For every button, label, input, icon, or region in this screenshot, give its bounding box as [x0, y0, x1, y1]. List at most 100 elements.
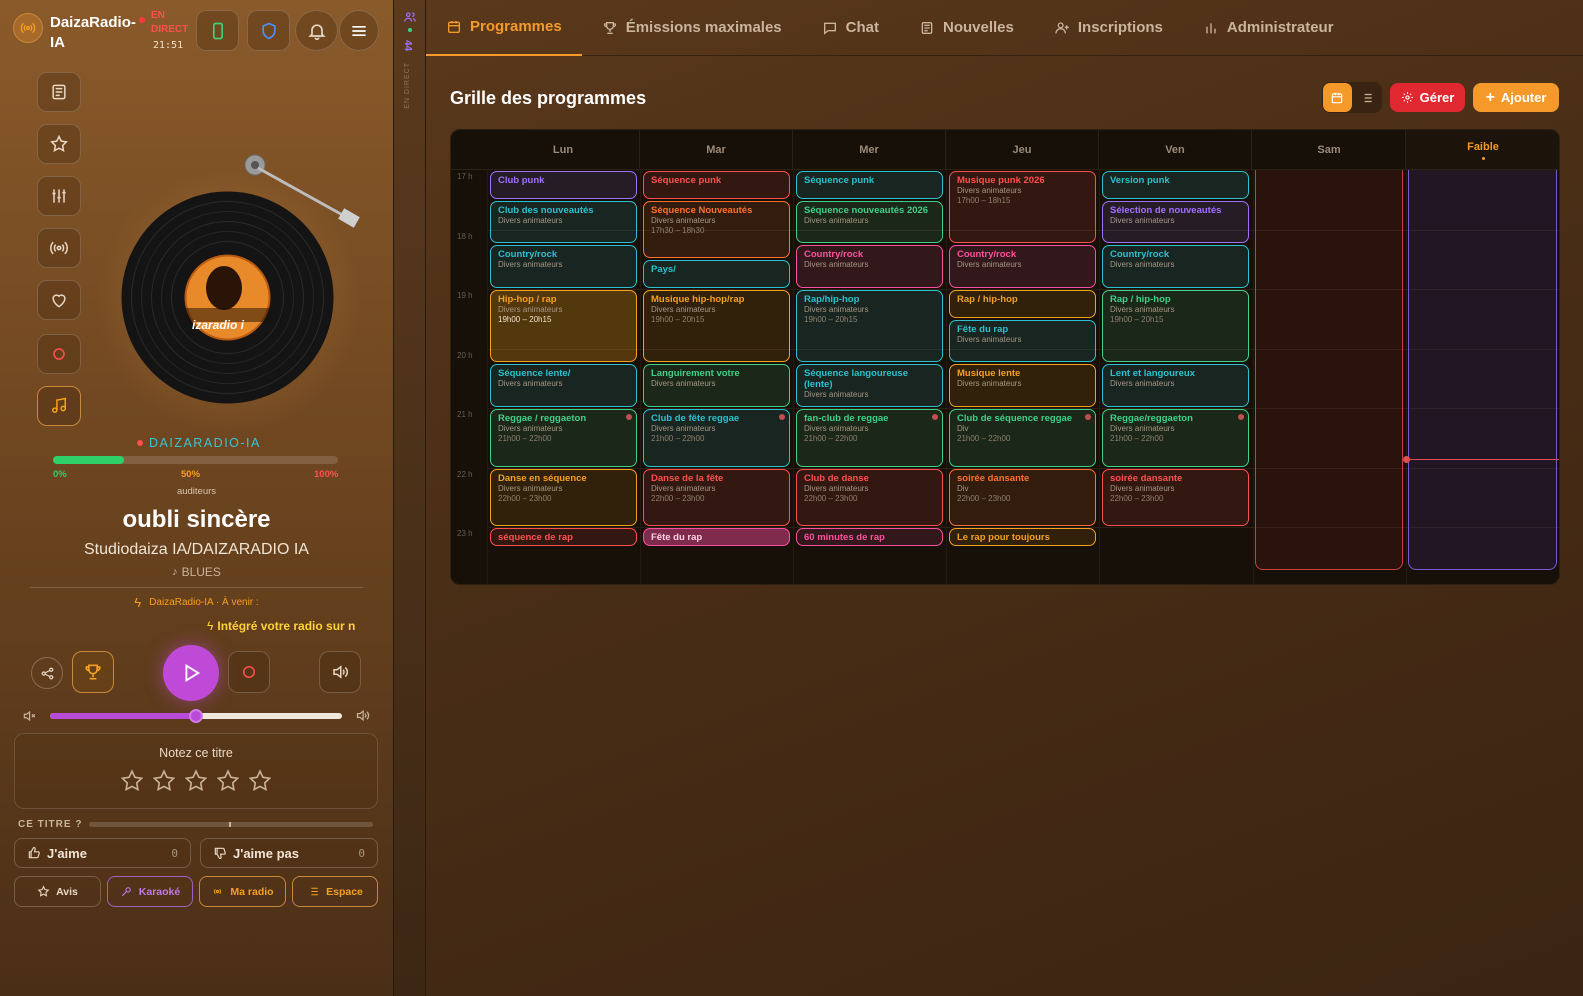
dislike-button[interactable]: J'aime pas 0 — [200, 838, 378, 868]
event-host: Divers animateurs — [804, 424, 869, 433]
event-host: Divers animateurs — [651, 379, 716, 389]
menu-button[interactable] — [339, 10, 379, 51]
share-button[interactable] — [31, 657, 63, 689]
app-logo[interactable] — [13, 13, 43, 43]
volume-slider[interactable] — [50, 709, 342, 723]
event-time: 21h00 – 22h00 — [498, 434, 552, 443]
program-event[interactable]: Club de danse Divers animateurs 22h00 – 23… — [796, 468, 943, 526]
program-event[interactable]: soirée dansante Divers animateurs 22h00 – … — [1102, 468, 1249, 526]
program-event[interactable]: Séquence nouveautés 2026 Divers animateur… — [796, 200, 943, 244]
program-event[interactable]: Rap / hip-hop Divers animateurs 19h00 – 20… — [1102, 290, 1249, 363]
saturday-column[interactable] — [1255, 170, 1403, 570]
program-event[interactable]: Fête du rap — [643, 528, 790, 546]
app-name: DaizaRadio- — [50, 14, 136, 31]
rating-star-3[interactable] — [183, 768, 209, 794]
thumbs-down-icon — [214, 847, 226, 859]
rating-star-4[interactable] — [215, 768, 241, 794]
event-host: Divers animateurs — [498, 483, 563, 493]
news-side-button[interactable] — [37, 72, 81, 112]
add-button[interactable]: + Ajouter — [1473, 83, 1559, 112]
program-event[interactable]: Fête du rap Divers animateurs — [949, 319, 1096, 363]
event-title: soirée dansante — [1110, 472, 1183, 484]
program-event[interactable]: Reggae/reggaeton Divers animateurs 21h00 –… — [1102, 409, 1249, 467]
program-event[interactable]: Pays/ — [643, 260, 790, 288]
program-event[interactable]: Country/rock Divers animateurs — [949, 245, 1096, 288]
program-event[interactable]: Country/rock Divers animateurs — [1102, 245, 1249, 288]
program-event[interactable]: soirée dansante Div 22h00 – 23h00 — [949, 468, 1096, 526]
mobile-button[interactable] — [196, 10, 239, 51]
tonearm — [244, 154, 360, 228]
today-column[interactable] — [1408, 170, 1557, 570]
hour-label: 17 h — [457, 172, 473, 181]
strip-count: 44 — [402, 40, 413, 52]
program-event[interactable]: Le rap pour toujours — [949, 528, 1096, 546]
rating-star-2[interactable] — [151, 768, 177, 794]
favorites-side-button[interactable] — [37, 124, 81, 164]
program-event[interactable]: Musique lente Divers animateurs — [949, 364, 1096, 407]
program-event[interactable]: Danse de la fête Divers animateurs 22h00 –… — [643, 468, 790, 526]
tab-2[interactable]: Chat — [802, 0, 899, 56]
program-event[interactable]: Rap/hip-hop Divers animateurs 19h00 – 20h1… — [796, 290, 943, 363]
program-event[interactable]: Lent et langoureux Divers animateurs — [1102, 364, 1249, 407]
program-event[interactable]: Musique punk 2026 Divers animateurs 17h00 … — [949, 171, 1096, 244]
like-button[interactable]: J'aime 0 — [14, 838, 191, 868]
event-title: Reggae / reggaeton — [498, 413, 587, 424]
tab-4[interactable]: Inscriptions — [1034, 0, 1183, 56]
review-button[interactable]: Avis — [14, 876, 101, 907]
program-event[interactable]: Rap / hip-hop — [949, 290, 1096, 318]
likes-side-button[interactable] — [37, 280, 81, 320]
program-event[interactable]: Country/rock Divers animateurs — [490, 245, 637, 288]
program-event[interactable]: Country/rock Divers animateurs — [796, 245, 943, 288]
users-icon[interactable] — [403, 10, 417, 24]
program-event[interactable]: Séquence lente/Divers animateurs — [490, 364, 637, 407]
volume-knob[interactable] — [189, 709, 203, 723]
record-side-button[interactable] — [37, 334, 81, 374]
karaoke-button[interactable]: Karaoké — [107, 876, 193, 907]
program-event[interactable]: Languirement votre Divers animateurs — [643, 364, 790, 407]
program-event[interactable]: Club des nouveautés Divers animateurs — [490, 200, 637, 244]
program-event[interactable]: fan-club de reggae Divers animateurs 21h00… — [796, 409, 943, 467]
music-side-button[interactable] — [37, 386, 81, 426]
equalizer-side-button[interactable] — [37, 176, 81, 216]
manage-button[interactable]: Gérer — [1390, 83, 1465, 112]
shield-button[interactable] — [247, 10, 290, 51]
event-host: Divers animateurs — [957, 334, 1022, 344]
program-event[interactable]: Club de fête reggae Divers animateurs 21h0… — [643, 409, 790, 467]
tab-0[interactable]: Programmes — [426, 0, 582, 56]
record-button[interactable] — [228, 651, 270, 693]
tab-3[interactable]: Nouvelles — [899, 0, 1034, 56]
program-event[interactable]: Club de séquence reggae Div 21h00 – 22h00 — [949, 409, 1096, 467]
tab-1[interactable]: Émissions maximales — [582, 0, 802, 56]
space-button[interactable]: Espace — [292, 876, 378, 907]
notifications-button[interactable] — [295, 10, 338, 51]
program-event[interactable]: Danse en séquence Divers animateurs 22h00 … — [490, 468, 637, 526]
program-event[interactable]: séquence de rap — [490, 528, 637, 546]
event-title: Danse de la fête — [651, 472, 724, 484]
event-title: Rap / hip-hop — [957, 294, 1018, 305]
program-event[interactable]: Séquence punk — [796, 171, 943, 199]
program-event[interactable]: Hip-hop / rap Divers animateurs 19h00 – 20… — [490, 290, 637, 363]
volume-button[interactable] — [319, 651, 361, 693]
rating-star-1[interactable] — [119, 768, 145, 794]
rating-star-5[interactable] — [247, 768, 273, 794]
program-event[interactable]: 60 minutes de rap — [796, 528, 943, 546]
program-event[interactable]: Séquence Nouveautés Divers animateurs 17h3… — [643, 200, 790, 259]
trophy-button[interactable] — [72, 651, 114, 693]
program-event[interactable]: Reggae / reggaeton Divers animateurs 21h00… — [490, 409, 637, 467]
my-radio-button[interactable]: Ma radio — [199, 876, 286, 907]
calendar-view-button[interactable] — [1323, 83, 1352, 112]
program-event[interactable]: Musique hip-hop/rap Divers animateurs 19h0… — [643, 290, 790, 363]
program-event[interactable]: Sélection de nouveautés Divers animateurs — [1102, 200, 1249, 244]
play-button[interactable] — [163, 645, 219, 701]
program-event[interactable]: Club punk — [490, 171, 637, 199]
program-event[interactable]: Séquence punk — [643, 171, 790, 199]
program-event[interactable]: Séquence langoureuse (lente) Divers anima… — [796, 364, 943, 407]
broadcast-side-button[interactable] — [37, 228, 81, 268]
volume-max-icon[interactable] — [354, 708, 371, 723]
program-event[interactable]: Version punk — [1102, 171, 1249, 199]
tab-label: Émissions maximales — [625, 19, 782, 36]
tab-5[interactable]: Administrateur — [1183, 0, 1354, 56]
mute-icon[interactable] — [21, 709, 37, 723]
hamburger-icon — [352, 25, 366, 36]
list-view-button[interactable] — [1353, 83, 1382, 112]
